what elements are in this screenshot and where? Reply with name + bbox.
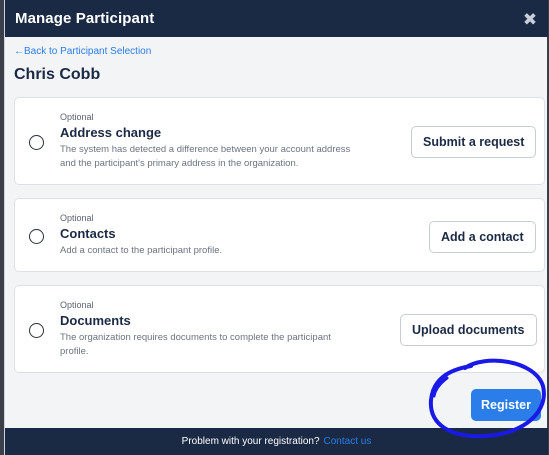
- optional-label: Optional: [60, 300, 94, 310]
- add-contact-button[interactable]: Add a contact: [429, 221, 536, 253]
- description-line: and the participant's primary address in…: [60, 158, 299, 169]
- manage-participant-modal: Manage Participant ✖ ←Back to Participan…: [4, 0, 548, 455]
- contacts-card: Optional Contacts Add a contact to the p…: [14, 198, 545, 272]
- documents-radio[interactable]: [29, 323, 44, 338]
- documents-title: Documents: [60, 313, 131, 328]
- participant-name: Chris Cobb: [14, 66, 101, 83]
- contacts-description: Add a contact to the participant profile…: [60, 244, 222, 258]
- modal-title: Manage Participant: [15, 10, 155, 27]
- contacts-radio[interactable]: [29, 229, 44, 244]
- upload-documents-button[interactable]: Upload documents: [400, 314, 537, 346]
- register-button[interactable]: Register: [471, 389, 541, 421]
- documents-description: The organization requires documents to c…: [60, 331, 331, 359]
- address-change-radio[interactable]: [29, 135, 44, 150]
- address-change-text: Optional Address change The system has d…: [60, 112, 350, 171]
- contacts-text: Optional Contacts Add a contact to the p…: [60, 213, 222, 258]
- contacts-title: Contacts: [60, 226, 116, 241]
- address-change-title: Address change: [60, 125, 162, 140]
- submit-request-button[interactable]: Submit a request: [411, 126, 537, 158]
- footer-text: Problem with your registration?: [181, 436, 320, 447]
- documents-card: Optional Documents The organization requ…: [14, 285, 545, 373]
- documents-text: Optional Documents The organization requ…: [60, 300, 331, 359]
- description-line: Add a contact to the participant profile…: [60, 245, 223, 256]
- description-line: profile.: [60, 346, 89, 357]
- optional-label: Optional: [60, 213, 94, 223]
- contact-us-link[interactable]: Contact us: [324, 436, 372, 447]
- back-to-participant-selection-link[interactable]: ←Back to Participant Selection: [14, 46, 151, 57]
- footer: Problem with your registration? Contact …: [5, 428, 548, 455]
- close-icon[interactable]: ✖: [522, 10, 538, 29]
- address-change-card: Optional Address change The system has d…: [14, 97, 545, 185]
- address-change-description: The system has detected a difference bet…: [60, 143, 350, 171]
- optional-label: Optional: [60, 112, 94, 122]
- description-line: The organization requires documents to c…: [60, 332, 331, 343]
- description-line: The system has detected a difference bet…: [60, 144, 351, 155]
- modal-header: Manage Participant ✖: [5, 0, 548, 37]
